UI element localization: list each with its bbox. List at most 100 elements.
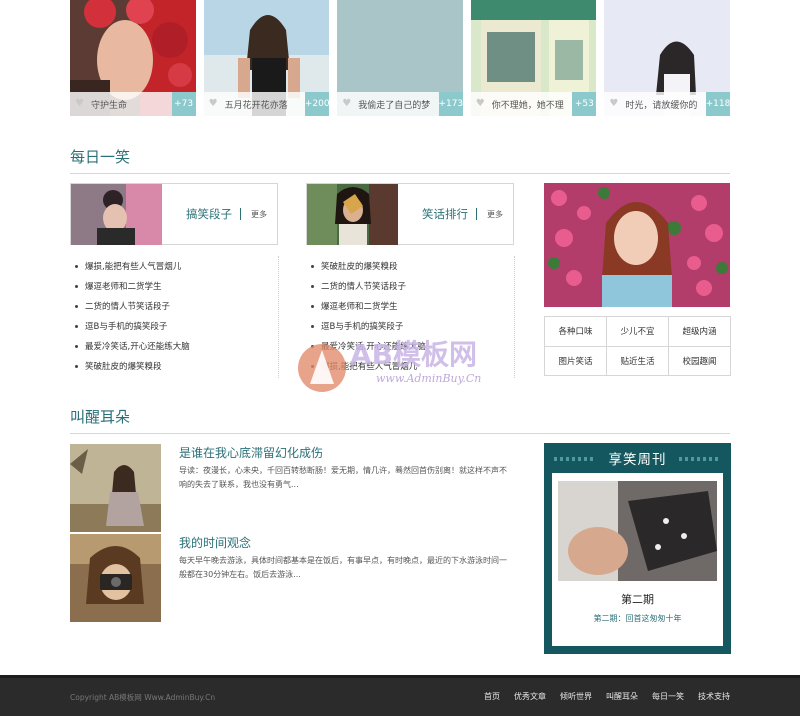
joke-list-item[interactable]: 笑破肚皮的爆笑糗段 — [72, 356, 280, 376]
bullet-icon — [311, 344, 314, 348]
gallery-caption: 守护生命 — [91, 100, 128, 111]
joke-link[interactable]: 逗B与手机的搞笑段子 — [321, 320, 403, 332]
joke-link[interactable]: 逗B与手机的搞笑段子 — [85, 320, 167, 332]
joke-link[interactable]: 笑破肚皮的爆笑糗段 — [85, 360, 162, 372]
heart-icon[interactable]: ♥ — [476, 99, 486, 109]
footer-nav-link[interactable]: 叫醒耳朵 — [606, 691, 638, 702]
bullet-icon — [311, 364, 314, 368]
gallery-caption: 你不理她，她不理 — [491, 100, 564, 111]
bullet-icon — [75, 284, 78, 288]
gallery-caption-bar: ♥ 我偷走了自己的梦 +173 — [337, 92, 463, 116]
joke-link[interactable]: 爆逗老师和二货学生 — [321, 300, 398, 312]
footer-nav-link[interactable]: 首页 — [484, 691, 500, 702]
footer-nav-link[interactable]: 倾听世界 — [560, 691, 592, 702]
bullet-icon — [75, 364, 78, 368]
weekly-magazine-box[interactable]: 享笑周刊 第二期 第二期：回首这匆匆十年 — [544, 443, 731, 654]
featured-portrait[interactable] — [544, 183, 730, 307]
article-title[interactable]: 我的时间观念 — [179, 534, 251, 551]
joke-list-item[interactable]: 爆损,能把有些人气冒烟儿 — [72, 256, 280, 276]
list-divider — [514, 256, 515, 378]
category-title-area: 搞笑段子 更多 — [162, 184, 277, 244]
gallery-tile[interactable]: ♥ 守护生命 +73 — [70, 0, 196, 116]
magazine-cover[interactable] — [558, 481, 717, 581]
heart-icon[interactable]: ♥ — [609, 99, 619, 109]
joke-link[interactable]: 二货的情人节笑话段子 — [85, 300, 170, 312]
gallery-tile[interactable]: ♥ 我偷走了自己的梦 +173 — [337, 0, 463, 116]
like-count: +200 — [305, 92, 330, 116]
joke-list-item[interactable]: 二货的情人节笑话段子 — [308, 276, 516, 296]
gallery-tile[interactable]: ♥ 时光，请放缓你的 +118 — [604, 0, 730, 116]
joke-list-item[interactable]: 最爱冷笑话,开心还能练大脑 — [308, 336, 516, 356]
heart-icon[interactable]: ♥ — [75, 99, 85, 109]
decor-stripes-left — [554, 457, 593, 461]
category-thumbnail — [307, 184, 398, 245]
bullet-icon — [311, 324, 314, 328]
gallery-caption-bar: ♥ 守护生命 +73 — [70, 92, 196, 116]
like-count: +173 — [438, 92, 463, 116]
gallery-caption: 我偷走了自己的梦 — [358, 100, 431, 111]
bullet-icon — [311, 284, 314, 288]
joke-link[interactable]: 笑破肚皮的爆笑糗段 — [321, 260, 398, 272]
more-link[interactable]: 更多 — [251, 209, 267, 220]
copyright-text: Copyright AB模板网 Www.AdminBuy.Cn — [70, 693, 216, 702]
joke-list-item[interactable]: 逗B与手机的搞笑段子 — [72, 316, 280, 336]
bullet-icon — [75, 344, 78, 348]
footer-nav-link[interactable]: 优秀文章 — [514, 691, 546, 702]
section-title: 每日一笑 — [70, 148, 131, 166]
bullet-icon — [311, 264, 314, 268]
gallery-tile[interactable]: ♥ 五月花开花亦落 +200 — [203, 0, 330, 116]
gallery-caption-bar: ♥ 时光，请放缓你的 +118 — [604, 92, 730, 116]
joke-list-item[interactable]: 爆逗老师和二货学生 — [308, 296, 516, 316]
joke-list-item[interactable]: 笑破肚皮的爆笑糗段 — [308, 256, 516, 276]
gallery-caption-bar: ♥ 你不理她，她不理 +53 — [470, 92, 597, 116]
more-link[interactable]: 更多 — [487, 209, 503, 220]
joke-link[interactable]: 二货的情人节笑话段子 — [321, 280, 406, 292]
bullet-icon — [311, 304, 314, 308]
decor-stripes-right — [679, 457, 718, 461]
joke-list-item[interactable]: 爆逗老师和二货学生 — [72, 276, 280, 296]
article-thumbnail — [70, 444, 161, 532]
category-title[interactable]: 笑话排行 — [422, 206, 468, 222]
joke-list-item[interactable]: 二货的情人节笑话段子 — [72, 296, 280, 316]
tag-link[interactable]: 超级内涵 — [669, 317, 731, 347]
magazine-issue: 第二期 — [621, 593, 654, 606]
joke-link[interactable]: 爆损,能把有些人气冒烟儿 — [85, 260, 181, 272]
joke-list: 笑破肚皮的爆笑糗段 二货的情人节笑话段子 爆逗老师和二货学生 逗B与手机的搞笑段… — [308, 256, 516, 376]
portrait-photo — [544, 183, 730, 307]
article-item[interactable]: 我的时间观念 每天早午晚去游泳，具体时间都基本是在饭后，有事早点，有时晚点，最近… — [70, 534, 507, 622]
article-title[interactable]: 是谁在我心底滞留幻化成伤 — [179, 444, 323, 461]
joke-link[interactable]: 爆损,能把有些人气冒烟儿 — [321, 360, 417, 372]
gallery-tile[interactable]: ♥ 你不理她，她不理 +53 — [470, 0, 597, 116]
joke-list: 爆损,能把有些人气冒烟儿 爆逗老师和二货学生 二货的情人节笑话段子 逗B与手机的… — [72, 256, 280, 376]
heart-icon[interactable]: ♥ — [209, 99, 219, 109]
article-thumbnail — [70, 534, 161, 622]
heart-icon[interactable]: ♥ — [342, 99, 352, 109]
tag-link[interactable]: 校园趣闻 — [669, 346, 731, 376]
tag-link[interactable]: 贴近生活 — [607, 346, 669, 376]
category-title[interactable]: 搞笑段子 — [186, 206, 232, 222]
tag-link[interactable]: 各种口味 — [545, 317, 607, 347]
joke-category-box[interactable]: 笑话排行 更多 — [306, 183, 514, 245]
magazine-card: 第二期 第二期：回首这匆匆十年 — [552, 473, 723, 646]
magazine-subtitle[interactable]: 第二期：回首这匆匆十年 — [552, 613, 723, 624]
joke-link[interactable]: 最爱冷笑话,开心还能练大脑 — [321, 340, 426, 352]
article-item[interactable]: 是谁在我心底滞留幻化成伤 导读：夜漫长，心未央，千回百转愁断肠！爱无期，情几许，… — [70, 444, 507, 532]
bullet-icon — [75, 264, 78, 268]
joke-list-item[interactable]: 逗B与手机的搞笑段子 — [308, 316, 516, 336]
article-excerpt: 每天早午晚去游泳，具体时间都基本是在饭后，有事早点，有时晚点，最近的下水游泳时间… — [179, 556, 507, 579]
joke-link[interactable]: 最爱冷笑话,开心还能练大脑 — [85, 340, 190, 352]
footer-nav-link[interactable]: 每日一笑 — [652, 691, 684, 702]
tag-link[interactable]: 少儿不宜 — [607, 317, 669, 347]
gallery-caption-bar: ♥ 五月花开花亦落 +200 — [203, 92, 330, 116]
tag-link[interactable]: 图片笑话 — [545, 346, 607, 376]
footer-nav-link[interactable]: 技术支持 — [698, 691, 730, 702]
joke-list-item[interactable]: 最爱冷笑话,开心还能练大脑 — [72, 336, 280, 356]
title-divider — [476, 208, 477, 220]
gallery-caption: 五月花开花亦落 — [224, 100, 288, 111]
joke-list-item[interactable]: 爆损,能把有些人气冒烟儿 — [308, 356, 516, 376]
joke-category-box[interactable]: 搞笑段子 更多 — [70, 183, 278, 245]
joke-link[interactable]: 爆逗老师和二货学生 — [85, 280, 162, 292]
footer: Copyright AB模板网 Www.AdminBuy.Cn 首页 优秀文章 … — [0, 675, 800, 716]
tag-grid: 各种口味 少儿不宜 超级内涵 图片笑话 贴近生活 校园趣闻 — [544, 316, 731, 376]
category-thumbnail — [71, 184, 162, 245]
